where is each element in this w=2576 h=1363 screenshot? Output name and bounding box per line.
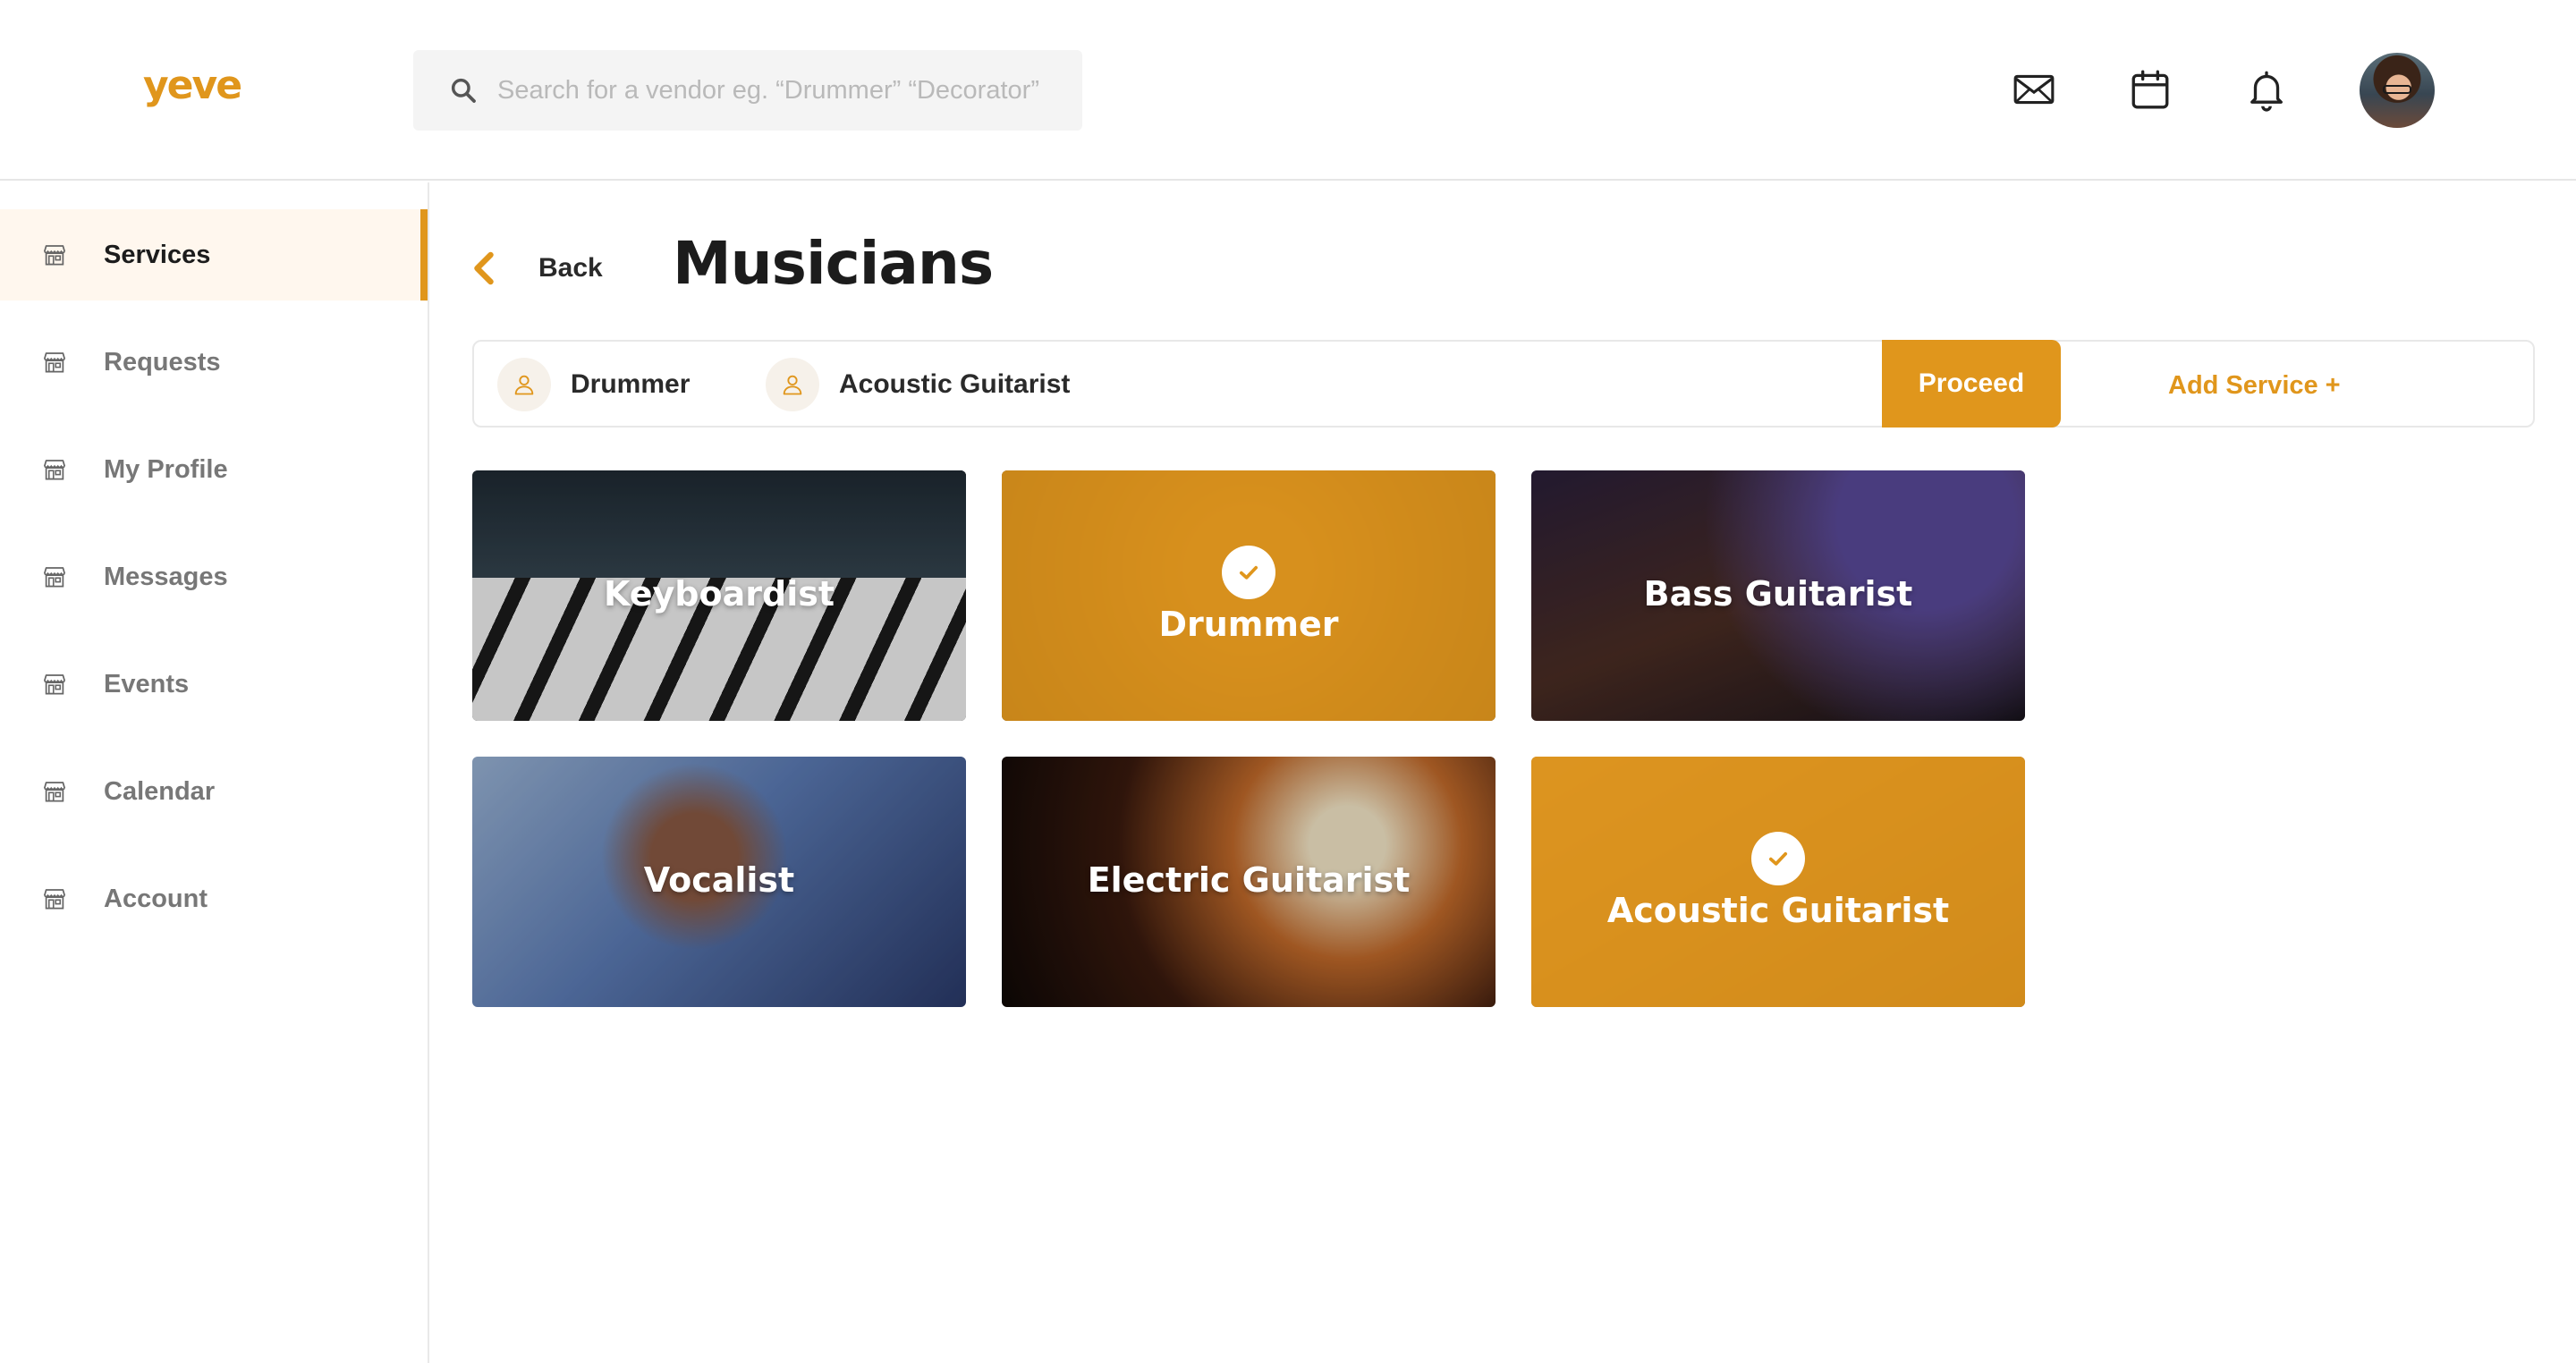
card-label: Drummer (1158, 605, 1339, 644)
notifications-button[interactable] (2240, 63, 2293, 116)
sidebar-item-messages[interactable]: Messages (0, 531, 428, 622)
sidebar: Services Requests My Profile Messages Events… (0, 182, 429, 1363)
card-label: Vocalist (643, 860, 795, 900)
sidebar-item-label: Messages (104, 562, 228, 591)
user-icon (497, 358, 551, 411)
sidebar-item-calendar[interactable]: Calendar (0, 746, 428, 837)
store-icon (43, 460, 66, 480)
sidebar-item-events[interactable]: Events (0, 639, 428, 730)
card-vocalist[interactable]: Vocalist (472, 757, 966, 1007)
calendar-button[interactable] (2123, 63, 2177, 116)
chip-label: Acoustic Guitarist (839, 369, 1071, 399)
avatar-glasses (2383, 85, 2411, 94)
check-icon (1751, 832, 1805, 885)
back-label: Back (538, 253, 603, 283)
selected-chip-drummer[interactable]: Drummer (497, 358, 690, 411)
top-header: yeve (0, 0, 2576, 181)
card-bass-guitarist[interactable]: Bass Guitarist (1531, 470, 2025, 721)
card-label: Acoustic Guitarist (1606, 891, 1950, 930)
store-icon (43, 352, 66, 373)
card-acoustic-guitarist[interactable]: Acoustic Guitarist (1531, 757, 2025, 1007)
check-icon (1222, 546, 1275, 599)
sidebar-item-label: Calendar (104, 776, 216, 806)
add-service-button[interactable]: Add Service + (2168, 365, 2341, 406)
sidebar-item-label: Account (104, 884, 208, 913)
card-keyboardist[interactable]: Keyboardist (472, 470, 966, 721)
page-title: Musicians (673, 229, 994, 298)
sidebar-item-label: Events (104, 669, 190, 698)
search-bar[interactable] (413, 50, 1082, 131)
proceed-button[interactable]: Proceed (1882, 340, 2061, 428)
sidebar-item-label: My Profile (104, 454, 228, 484)
store-icon (43, 674, 66, 695)
store-icon (43, 889, 66, 910)
card-electric-guitarist[interactable]: Electric Guitarist (1002, 757, 1496, 1007)
search-input[interactable] (497, 75, 1070, 106)
store-icon (43, 245, 66, 266)
search-icon (451, 78, 476, 103)
brand-logo[interactable]: yeve (143, 63, 242, 108)
card-label: Keyboardist (603, 574, 835, 614)
store-icon (43, 567, 66, 588)
selected-chip-acoustic-guitarist[interactable]: Acoustic Guitarist (766, 358, 1070, 411)
mail-icon (2013, 74, 2055, 105)
card-label: Electric Guitarist (1087, 860, 1411, 900)
card-label: Bass Guitarist (1643, 574, 1913, 614)
sidebar-item-requests[interactable]: Requests (0, 317, 428, 408)
selected-services-bar: Drummer Acoustic Guitarist Add Service + (472, 340, 2535, 428)
back-button[interactable]: Back (470, 241, 603, 295)
bell-icon (2250, 71, 2283, 112)
sidebar-item-my-profile[interactable]: My Profile (0, 424, 428, 515)
mail-button[interactable] (2007, 63, 2061, 116)
sidebar-item-label: Services (104, 240, 211, 269)
sidebar-item-label: Requests (104, 347, 221, 377)
calendar-icon (2131, 70, 2169, 109)
sidebar-item-services[interactable]: Services (0, 209, 428, 301)
user-icon (766, 358, 819, 411)
chevron-left-icon (474, 251, 494, 285)
chip-label: Drummer (571, 369, 691, 399)
avatar[interactable] (2360, 53, 2435, 128)
sidebar-item-account[interactable]: Account (0, 853, 428, 944)
store-icon (43, 782, 66, 802)
card-drummer[interactable]: Drummer (1002, 470, 1496, 721)
